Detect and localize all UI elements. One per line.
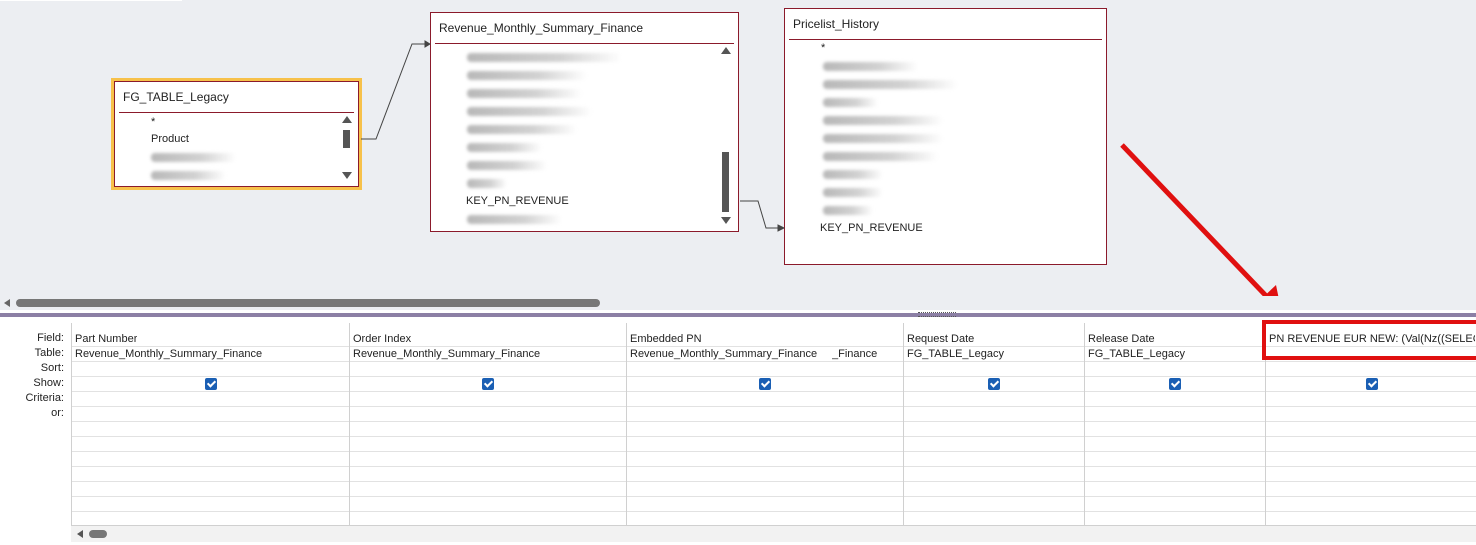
grid-column-part-number[interactable]: Part Number Revenue_Monthly_Summary_Fina… <box>71 323 349 525</box>
scroll-left-icon[interactable] <box>77 530 83 538</box>
grid-horizontal-scrollbar[interactable] <box>71 525 1476 542</box>
design-horizontal-scrollbar[interactable] <box>0 296 1476 310</box>
field-cell[interactable]: Part Number <box>75 333 137 345</box>
field-cell[interactable]: Order Index <box>353 333 411 345</box>
row-label-show: Show: <box>33 377 64 389</box>
table-cell[interactable]: FG_TABLE_Legacy <box>1088 348 1185 360</box>
show-checkbox[interactable] <box>988 378 1000 390</box>
scroll-thumb[interactable] <box>89 530 107 538</box>
show-checkbox[interactable] <box>759 378 771 390</box>
join-line-revenue-to-pricelist <box>740 200 786 232</box>
table-cell-overlap: _Finance <box>832 348 878 360</box>
table-cell[interactable]: Revenue_Monthly_Summary_Finance <box>75 348 262 360</box>
query-grid: Field: Table: Sort: Show: Criteria: or: … <box>0 317 1476 545</box>
row-label-sort: Sort: <box>40 362 64 374</box>
table-cell[interactable]: FG_TABLE_Legacy <box>907 348 1004 360</box>
join-line-fg-to-revenue <box>361 40 431 140</box>
row-label-or: or: <box>51 407 64 419</box>
relationship-lines <box>361 40 1279 296</box>
show-checkbox[interactable] <box>1366 378 1378 390</box>
table-cell[interactable]: Revenue_Monthly_Summary_Finance <box>353 348 540 360</box>
field-cell[interactable]: Embedded PN <box>630 333 702 345</box>
show-checkbox[interactable] <box>482 378 494 390</box>
table-cell[interactable]: Revenue_Monthly_Summary_Finance <box>630 348 817 360</box>
query-design-surface: FG_TABLE_Legacy * Product Revenue_Monthl… <box>0 0 1476 296</box>
grid-column-order-index[interactable]: Order Index Revenue_Monthly_Summary_Fina… <box>349 323 626 525</box>
field-cell[interactable]: Request Date <box>907 333 974 345</box>
row-label-criteria: Criteria: <box>25 392 64 404</box>
red-arrow-icon <box>1120 143 1279 296</box>
row-label-field: Field: <box>37 332 64 344</box>
grid-column-request-date[interactable]: Request Date FG_TABLE_Legacy <box>903 323 1084 525</box>
scroll-left-icon[interactable] <box>4 299 10 307</box>
field-cell[interactable]: Release Date <box>1088 333 1155 345</box>
row-label-table: Table: <box>34 347 64 359</box>
grid-column-embedded-pn[interactable]: Embedded PN Revenue_Monthly_Summary_Fina… <box>626 323 903 525</box>
scroll-thumb[interactable] <box>16 299 600 307</box>
grid-column-release-date[interactable]: Release Date FG_TABLE_Legacy <box>1084 323 1265 525</box>
show-checkbox[interactable] <box>205 378 217 390</box>
show-checkbox[interactable] <box>1169 378 1181 390</box>
red-highlight-box <box>1262 320 1476 360</box>
